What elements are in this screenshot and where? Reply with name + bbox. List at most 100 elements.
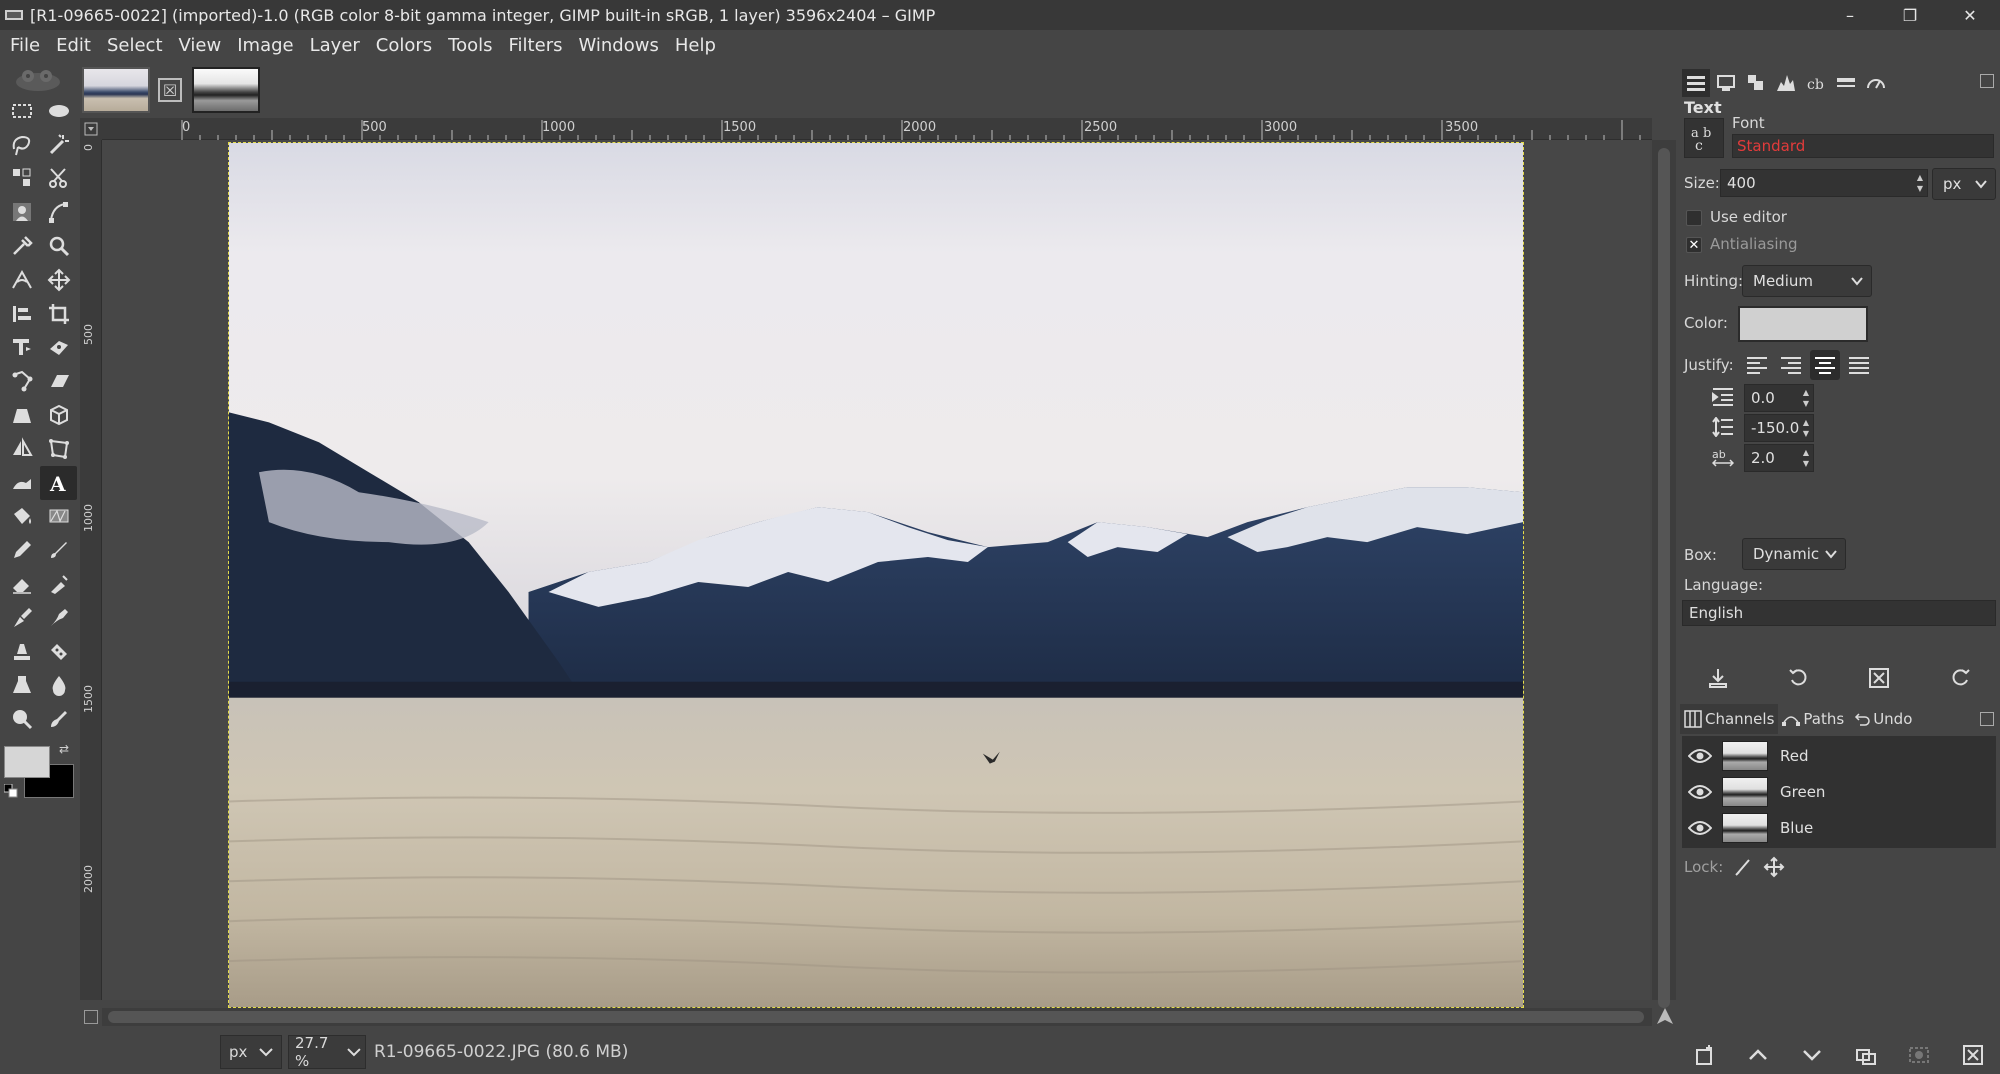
tool-perspective[interactable]	[3, 398, 40, 432]
tool-mypaint-brush[interactable]	[40, 601, 77, 635]
tool-crop[interactable]	[40, 297, 77, 331]
spinner-arrows-icon[interactable]: ▲ ▼	[1801, 447, 1811, 469]
ruler-corner-menu-icon[interactable]	[80, 118, 102, 140]
zoom-dropdown[interactable]: 27.7 %	[288, 1034, 366, 1070]
tool-gradient[interactable]	[40, 500, 77, 534]
lock-position-icon[interactable]	[1763, 856, 1785, 878]
tool-dodge-burn[interactable]	[3, 702, 40, 736]
dock-menu-icon[interactable]	[1980, 74, 1994, 88]
tool-paintbrush[interactable]	[40, 533, 77, 567]
close-button[interactable]: ✕	[1940, 0, 2000, 30]
tool-foreground-select[interactable]	[3, 195, 40, 229]
tool-paths[interactable]	[40, 195, 77, 229]
navigate-icon[interactable]	[1655, 1006, 1675, 1026]
delete-channel-icon[interactable]	[1958, 1040, 1988, 1070]
tool-heal[interactable]	[40, 635, 77, 669]
tab-close-icon[interactable]: ☒	[158, 78, 182, 102]
spinner-arrows-icon[interactable]: ▲ ▼	[1801, 417, 1811, 439]
lower-channel-icon[interactable]	[1797, 1040, 1827, 1070]
reset-options-icon[interactable]	[1945, 663, 1975, 693]
image-canvas[interactable]	[228, 142, 1524, 1008]
tool-pencil[interactable]	[3, 533, 40, 567]
menu-edit[interactable]: Edit	[48, 31, 99, 61]
antialiasing-checkbox[interactable]: ✕	[1686, 237, 1702, 253]
tool-fuzzy-select[interactable]	[40, 128, 77, 162]
justify-fill-icon[interactable]	[1844, 350, 1874, 380]
eye-icon[interactable]	[1682, 738, 1718, 774]
default-colors-icon[interactable]	[4, 784, 18, 798]
menu-filters[interactable]: Filters	[501, 31, 571, 61]
save-options-icon[interactable]	[1703, 663, 1733, 693]
use-editor-checkbox[interactable]	[1686, 210, 1702, 226]
line-spacing-spinner[interactable]: -150.0 ▲ ▼	[1744, 414, 1814, 442]
menu-colors[interactable]: Colors	[368, 31, 440, 61]
brushes-tab-icon[interactable]	[1832, 69, 1860, 97]
menu-select[interactable]: Select	[99, 31, 171, 61]
menu-tools[interactable]: Tools	[440, 31, 500, 61]
language-input[interactable]: English	[1682, 600, 1996, 626]
tab-channels[interactable]: Channels	[1680, 704, 1779, 734]
device-status-tab-icon[interactable]	[1712, 69, 1740, 97]
tool-shear[interactable]	[40, 364, 77, 398]
scrollbar-thumb[interactable]	[108, 1011, 1644, 1023]
tool-clone[interactable]	[3, 635, 40, 669]
channel-row-blue[interactable]: Blue	[1682, 810, 1996, 846]
eye-icon[interactable]	[1682, 810, 1718, 846]
layers-tab-icon[interactable]	[1742, 69, 1770, 97]
tool-measure[interactable]	[3, 263, 40, 297]
tool-flip[interactable]	[3, 432, 40, 466]
tool-smudge2[interactable]	[40, 702, 77, 736]
dashboard-tab-icon[interactable]	[1862, 69, 1890, 97]
quick-mask-toggle[interactable]	[84, 1010, 98, 1024]
tool-warp-transform[interactable]	[40, 331, 77, 365]
tool-perspective-clone[interactable]	[3, 669, 40, 703]
menu-layer[interactable]: Layer	[302, 31, 368, 61]
menu-view[interactable]: View	[171, 31, 230, 61]
letter-spacing-spinner[interactable]: 2.0 ▲ ▼	[1744, 444, 1814, 472]
tool-align[interactable]	[3, 297, 40, 331]
tool-unified-transform[interactable]	[3, 331, 40, 365]
justify-center-icon[interactable]	[1810, 350, 1840, 380]
tool-text[interactable]: A	[40, 465, 77, 500]
eye-icon[interactable]	[1682, 774, 1718, 810]
foreground-color-swatch[interactable]	[4, 746, 50, 778]
text-color-swatch[interactable]	[1738, 306, 1868, 342]
justify-right-icon[interactable]	[1776, 350, 1806, 380]
tool-free-select[interactable]	[3, 128, 40, 162]
lock-pixels-icon[interactable]	[1733, 856, 1755, 878]
menu-file[interactable]: File	[2, 31, 48, 61]
tool-ellipse-select[interactable]	[40, 94, 77, 128]
font-input[interactable]: Standard	[1732, 134, 1994, 158]
tool-rect-select[interactable]	[3, 94, 40, 128]
delete-options-icon[interactable]	[1864, 663, 1894, 693]
tool-airbrush[interactable]	[40, 567, 77, 601]
restore-options-icon[interactable]	[1784, 663, 1814, 693]
channel-row-green[interactable]: Green	[1682, 774, 1996, 810]
menu-help[interactable]: Help	[667, 31, 724, 61]
fonts-tab-icon[interactable]: cb	[1802, 69, 1830, 97]
tool-blur[interactable]	[40, 669, 77, 703]
horizontal-ruler[interactable]: 0 500 1000 1500 2000 2500 3000 3500	[102, 118, 1652, 140]
menu-image[interactable]: Image	[229, 31, 301, 61]
size-spinner[interactable]: 400 ▲ ▼	[1720, 169, 1928, 197]
maximize-button[interactable]: ❐	[1880, 0, 1940, 30]
tool-smudge[interactable]	[3, 466, 40, 500]
tab-paths[interactable]: Paths	[1778, 704, 1848, 734]
scrollbar-thumb[interactable]	[1658, 148, 1670, 1008]
tool-cage-transform[interactable]	[40, 432, 77, 466]
duplicate-channel-icon[interactable]	[1851, 1040, 1881, 1070]
raise-channel-icon[interactable]	[1743, 1040, 1773, 1070]
tool-eraser[interactable]	[3, 567, 40, 601]
dock-menu-icon[interactable]	[1980, 712, 1994, 726]
tool-color-picker[interactable]	[3, 229, 40, 263]
indent-spinner[interactable]: 0.0 ▲ ▼	[1744, 384, 1814, 412]
tool-ink[interactable]	[3, 601, 40, 635]
menu-windows[interactable]: Windows	[570, 31, 666, 61]
tool-by-color-select[interactable]	[3, 162, 40, 196]
box-dropdown[interactable]: Dynamic	[1742, 538, 1846, 570]
size-unit-dropdown[interactable]: px	[1932, 168, 1996, 200]
image-tab-thumbnail-1[interactable]	[82, 67, 150, 113]
swap-colors-icon[interactable]: ⇄	[59, 742, 73, 756]
justify-left-icon[interactable]	[1742, 350, 1772, 380]
minimize-button[interactable]: –	[1820, 0, 1880, 30]
